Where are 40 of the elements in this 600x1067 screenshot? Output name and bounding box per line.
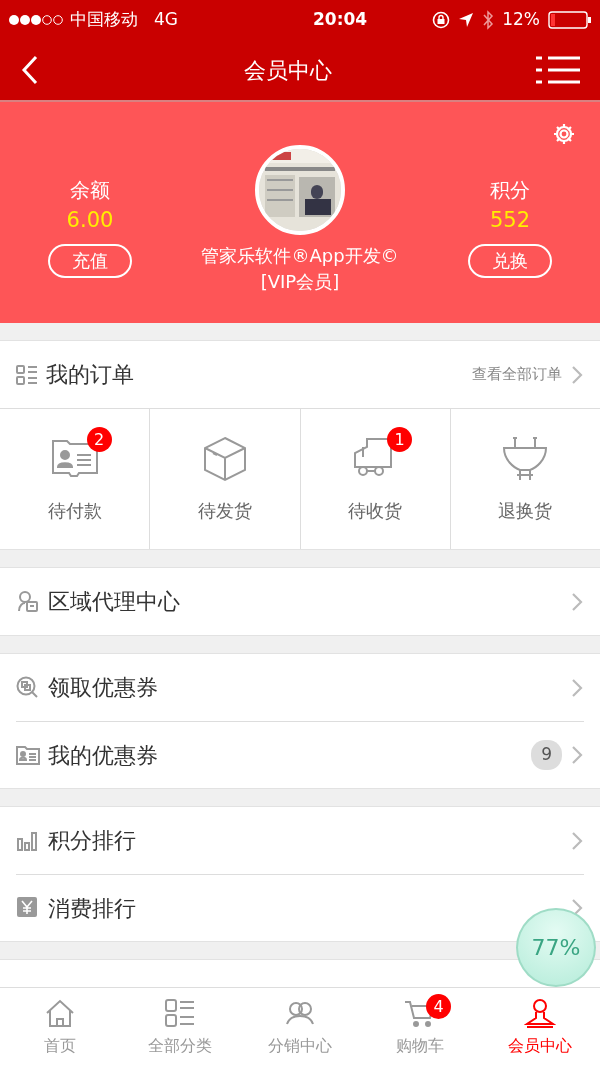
count-badge: 1 (387, 427, 413, 452)
count-badge: 9 (531, 740, 562, 770)
tab-item[interactable]: 首页 (0, 988, 120, 1067)
count-badge: 2 (86, 427, 112, 452)
status-label: 待收货 (348, 498, 403, 523)
status-label: 待发货 (197, 498, 252, 523)
section-title: 我的订单 (46, 361, 134, 389)
points-label: 积分 (490, 176, 530, 204)
menu-label: 我的优惠券 (48, 741, 158, 770)
battery-percent: 12% (502, 8, 540, 32)
count-badge: 4 (426, 994, 451, 1019)
member-name: 管家乐软件®App开发© (201, 243, 399, 268)
points-value: 552 (489, 206, 531, 234)
balance-label: 余额 (70, 176, 110, 204)
menu-label: 消费排行 (48, 894, 136, 923)
menu-row[interactable]: 领取优惠券 (0, 654, 600, 721)
carrier-name: 中国移动 (70, 8, 138, 32)
status-label: 退换货 (498, 498, 553, 523)
recharge-button[interactable]: 充值 (48, 244, 132, 279)
order-status-item[interactable]: 1 待收货 (299, 409, 450, 549)
network-type: 4G (154, 8, 178, 32)
order-status-item[interactable]: 退换货 (449, 409, 600, 549)
tab-item[interactable]: 全部分类 (120, 988, 240, 1067)
tab-item[interactable]: 4 购物车 (360, 988, 480, 1067)
menu-row[interactable]: 我的优惠券 9 (16, 721, 584, 788)
member-level: [VIP会员] (260, 269, 340, 294)
balance-value: 6.00 (66, 206, 114, 234)
order-status-item[interactable]: 待发货 (149, 409, 300, 549)
menu-label: 区域代理中心 (48, 588, 180, 616)
tab-item[interactable]: 会员中心 (480, 988, 600, 1067)
menu-label: 积分排行 (48, 827, 136, 855)
order-status-item[interactable]: 2 待付款 (0, 409, 150, 549)
status-time: 20:04 (312, 8, 368, 32)
exchange-button[interactable]: 兑换 (468, 244, 552, 279)
status-label: 待付款 (47, 498, 102, 523)
menu-row[interactable]: 积分排行 (0, 807, 600, 874)
menu-label: 领取优惠券 (48, 674, 158, 702)
view-all-orders-link[interactable]: 查看全部订单 (472, 363, 562, 386)
page-title: 会员中心 (244, 56, 332, 85)
menu-row[interactable]: 区域代理中心 (0, 568, 600, 635)
